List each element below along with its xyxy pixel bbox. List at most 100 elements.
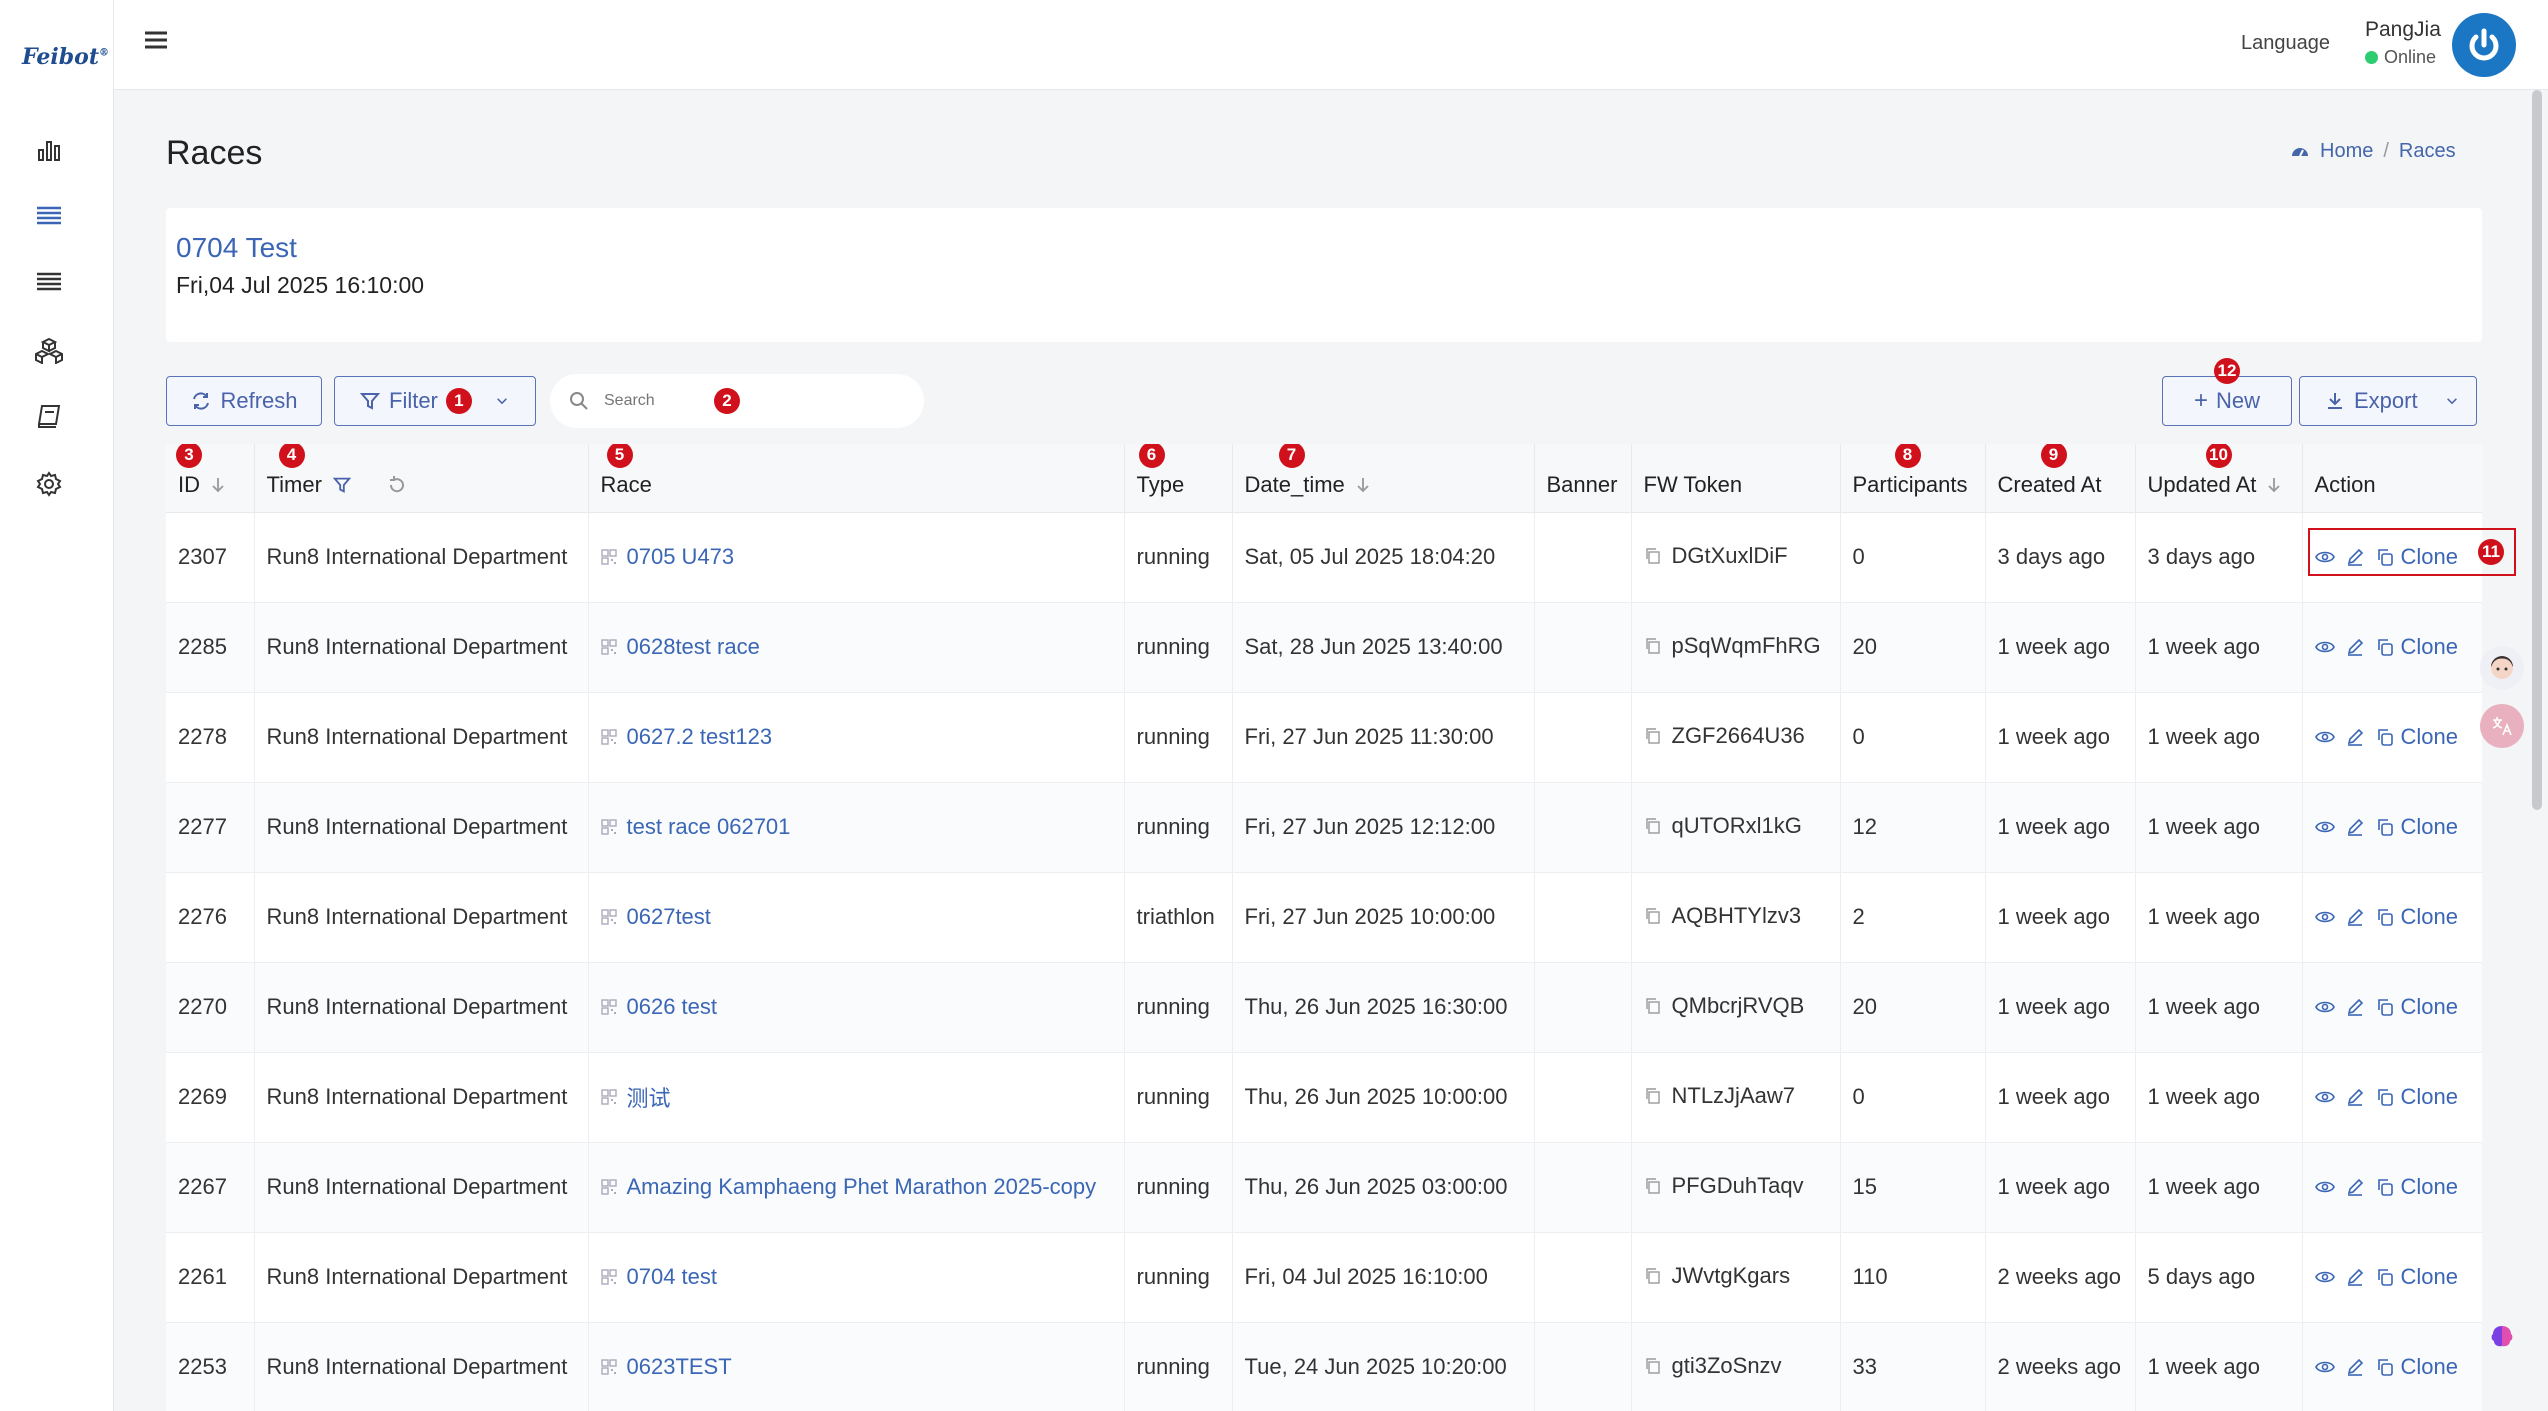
- fw-token: PFGDuhTaqv: [1644, 1173, 1804, 1199]
- race-link[interactable]: 0705 U473: [600, 544, 734, 570]
- clone-button[interactable]: Clone: [2375, 1174, 2458, 1200]
- copy-icon[interactable]: [1644, 1087, 1662, 1105]
- column-participants: 8 Participants: [1840, 444, 1986, 513]
- clone-button[interactable]: Clone: [2375, 1084, 2458, 1110]
- edit-pencil-icon[interactable]: [2345, 1087, 2365, 1107]
- copy-icon[interactable]: [1644, 1267, 1662, 1285]
- clone-icon: [2377, 819, 2393, 836]
- cell-value: Run8 International Department: [266, 544, 568, 569]
- copy-icon[interactable]: [1644, 817, 1662, 835]
- copy-icon[interactable]: [1644, 727, 1662, 745]
- sort-down-icon[interactable]: [2266, 476, 2282, 494]
- qr-code-icon: [600, 728, 617, 745]
- settings-gear-icon[interactable]: [33, 468, 65, 500]
- translate-button[interactable]: [2480, 704, 2524, 748]
- race-link[interactable]: 0626 test: [600, 994, 717, 1020]
- column-date-time[interactable]: 7 Date_time: [1232, 444, 1535, 513]
- selected-race-title[interactable]: 0704 Test: [176, 232, 297, 264]
- edit-pencil-icon[interactable]: [2345, 727, 2365, 747]
- clone-button[interactable]: Clone: [2375, 1354, 2458, 1380]
- cell-value: Run8 International Department: [266, 1354, 568, 1379]
- column-id[interactable]: 3 ID: [166, 444, 255, 513]
- edit-pencil-icon[interactable]: [2345, 1177, 2365, 1197]
- clone-button[interactable]: Clone: [2375, 634, 2458, 660]
- cell-race: 0627test: [588, 872, 1125, 963]
- edit-pencil-icon[interactable]: [2345, 907, 2365, 927]
- breadcrumb-races[interactable]: Races: [2399, 140, 2456, 163]
- sort-down-icon[interactable]: [210, 476, 226, 494]
- breadcrumb-home[interactable]: Home: [2320, 140, 2373, 163]
- race-link[interactable]: test race 062701: [600, 814, 790, 840]
- copy-icon[interactable]: [1644, 547, 1662, 565]
- search-input[interactable]: [604, 392, 714, 410]
- view-eye-icon[interactable]: [2314, 1087, 2335, 1107]
- annotation-badge-4: 4: [278, 444, 305, 468]
- edit-pencil-icon[interactable]: [2345, 817, 2365, 837]
- column-timer[interactable]: 4 Timer: [254, 444, 589, 513]
- cubes-icon[interactable]: [33, 334, 65, 366]
- view-eye-icon[interactable]: [2314, 1267, 2335, 1287]
- copy-icon[interactable]: [1644, 1177, 1662, 1195]
- filter-icon[interactable]: [332, 475, 352, 495]
- edit-pencil-icon[interactable]: [2345, 1267, 2365, 1287]
- brain-icon[interactable]: [2486, 1320, 2518, 1352]
- cell-value: 1 week ago: [2147, 904, 2261, 929]
- race-link[interactable]: 0628test race: [600, 634, 760, 660]
- edit-pencil-icon[interactable]: [2345, 1357, 2365, 1377]
- scrollbar[interactable]: [2532, 90, 2542, 810]
- sort-down-icon[interactable]: [1355, 476, 1371, 494]
- view-eye-icon[interactable]: [2314, 997, 2335, 1017]
- race-link[interactable]: 0627test: [600, 904, 711, 930]
- refresh-button[interactable]: Refresh: [166, 376, 322, 426]
- copy-icon[interactable]: [1644, 1357, 1662, 1375]
- clone-button[interactable]: Clone: [2375, 904, 2458, 930]
- edit-pencil-icon[interactable]: [2345, 637, 2365, 657]
- cell-participants: 20: [1840, 602, 1986, 693]
- clone-button[interactable]: Clone: [2375, 724, 2458, 750]
- view-eye-icon[interactable]: [2314, 1177, 2335, 1197]
- dashboard-chart-icon[interactable]: [33, 134, 65, 166]
- avatar[interactable]: [2452, 13, 2516, 77]
- assistant-avatar[interactable]: [2480, 646, 2524, 690]
- copy-icon[interactable]: [1644, 637, 1662, 655]
- races-list-icon[interactable]: [33, 200, 65, 232]
- race-link[interactable]: 0704 test: [600, 1264, 717, 1290]
- view-eye-icon[interactable]: [2314, 817, 2335, 837]
- book-icon[interactable]: [33, 400, 65, 432]
- language-selector[interactable]: Language: [2241, 32, 2330, 55]
- cell-value: 1 week ago: [2147, 634, 2261, 659]
- race-link[interactable]: 0623TEST: [600, 1353, 732, 1380]
- view-eye-icon[interactable]: [2314, 637, 2335, 657]
- cell-token: qUTORxl1kG: [1631, 782, 1841, 873]
- race-link[interactable]: 0627.2 test123: [600, 724, 772, 750]
- search-box[interactable]: 2: [550, 374, 924, 428]
- view-eye-icon[interactable]: [2314, 1357, 2335, 1377]
- menu-toggle-icon[interactable]: [142, 26, 170, 54]
- race-name: 0623TEST: [626, 1353, 732, 1379]
- logo[interactable]: Feibot®: [22, 44, 109, 70]
- fw-token: QMbcrjRVQB: [1644, 993, 1804, 1019]
- cell-created: 1 week ago: [1985, 782, 2136, 873]
- column-updated-at[interactable]: 10 Updated At: [2135, 444, 2303, 513]
- export-dropdown[interactable]: Export: [2299, 376, 2477, 426]
- list-icon[interactable]: [33, 266, 65, 298]
- view-eye-icon[interactable]: [2314, 907, 2335, 927]
- clone-button[interactable]: Clone: [2375, 1264, 2458, 1290]
- clone-button[interactable]: Clone: [2375, 814, 2458, 840]
- edit-pencil-icon[interactable]: [2345, 997, 2365, 1017]
- filter-dropdown[interactable]: Filter 1: [334, 376, 536, 426]
- view-eye-icon[interactable]: [2314, 727, 2335, 747]
- cell-value: 2267: [178, 1174, 227, 1199]
- column-type-label: Type: [1136, 471, 1185, 497]
- cell-timer: Run8 International Department: [254, 962, 589, 1053]
- clone-button[interactable]: Clone: [2375, 994, 2458, 1020]
- race-link[interactable]: Amazing Kamphaeng Phet Marathon 2025-cop…: [600, 1174, 1096, 1200]
- cell-date-time: Fri, 27 Jun 2025 11:30:00: [1232, 692, 1535, 783]
- copy-icon[interactable]: [1644, 907, 1662, 925]
- cell-type: running: [1124, 782, 1233, 873]
- cell-banner: [1534, 1232, 1632, 1323]
- table-row: 2269 Run8 International Department 测试 runni…: [166, 1052, 2482, 1143]
- race-link[interactable]: 测试: [600, 1081, 671, 1113]
- reset-icon[interactable]: [386, 474, 408, 496]
- copy-icon[interactable]: [1644, 997, 1662, 1015]
